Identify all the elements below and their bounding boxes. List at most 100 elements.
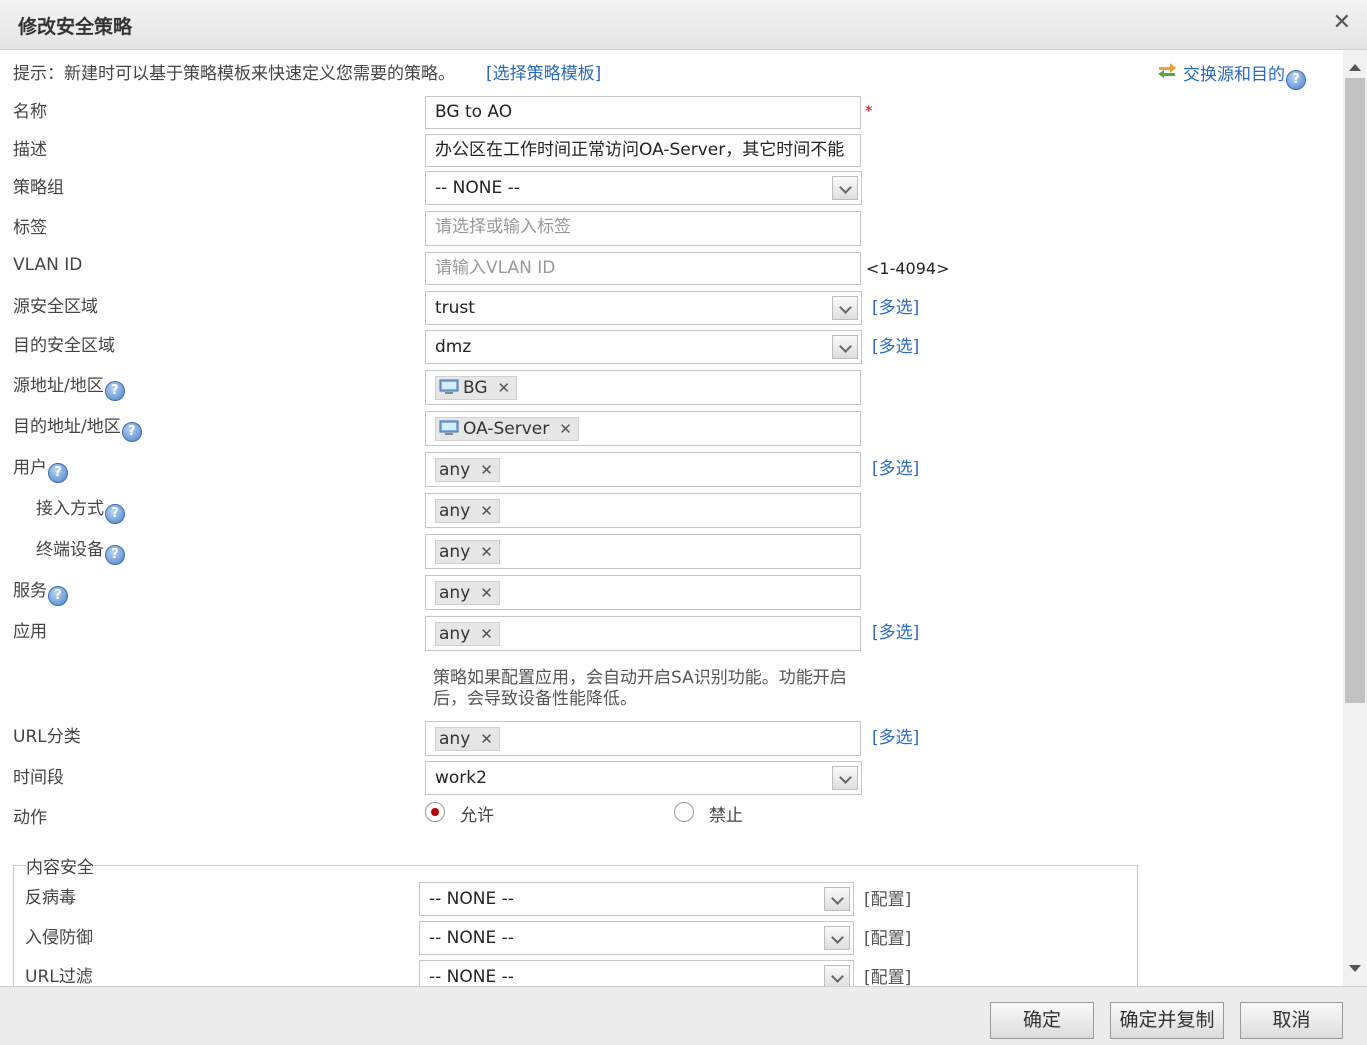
scroll-up-icon[interactable] [1349, 64, 1361, 71]
chevron-down-icon[interactable] [824, 965, 850, 986]
user-multiselect[interactable]: [多选] [872, 454, 919, 479]
description-label: 描述 [13, 140, 47, 160]
remove-icon[interactable]: ✕ [480, 500, 493, 522]
terminal-tag: any ✕ [435, 540, 500, 564]
antivirus-config-link[interactable]: [配置] [864, 885, 911, 910]
remove-icon[interactable]: ✕ [480, 459, 493, 481]
ips-value: -- NONE -- [429, 928, 514, 948]
vlan-range-hint: <1-4094> [866, 259, 950, 278]
src-zone-label: 源安全区域 [13, 297, 98, 317]
name-input[interactable]: BG to AO [425, 96, 861, 129]
swap-icon[interactable] [1157, 61, 1177, 84]
access-mode-tagbox[interactable]: any ✕ [425, 493, 861, 528]
remove-icon[interactable]: ✕ [559, 418, 572, 440]
close-icon[interactable]: ✕ [1333, 10, 1351, 35]
remove-icon[interactable]: ✕ [480, 582, 493, 604]
swap-link-label[interactable]: 交换源和目的 [1183, 65, 1285, 85]
remove-icon[interactable]: ✕ [480, 541, 493, 563]
chevron-down-icon[interactable] [832, 176, 858, 200]
ok-copy-button[interactable]: 确定并复制 [1110, 1002, 1224, 1039]
help-icon[interactable]: ? [104, 381, 125, 401]
src-addr-label: 源地址/地区? [13, 371, 125, 401]
tag-input[interactable]: 请选择或输入标签 [425, 211, 861, 246]
vertical-scrollbar[interactable] [1343, 50, 1367, 986]
scroll-thumb[interactable] [1345, 78, 1365, 703]
description-input[interactable]: 办公区在工作时间正常访问OA-Server，其它时间不能 [425, 134, 861, 167]
remove-icon[interactable]: ✕ [480, 623, 493, 645]
help-icon[interactable]: ? [105, 545, 125, 565]
application-label: 应用 [13, 622, 47, 642]
dst-zone-value: dmz [435, 337, 472, 357]
terminal-tagbox[interactable]: any ✕ [425, 534, 861, 569]
cancel-button[interactable]: 取消 [1240, 1002, 1343, 1039]
dialog-footer: 确定 确定并复制 取消 [0, 986, 1367, 1045]
help-icon[interactable]: ? [48, 463, 68, 483]
application-multiselect[interactable]: [多选] [872, 618, 919, 643]
name-label: 名称 [13, 102, 47, 122]
action-deny-radio[interactable] [674, 802, 694, 822]
url-category-value: any [439, 729, 471, 749]
dst-zone-multiselect[interactable]: [多选] [872, 332, 919, 357]
user-value: any [439, 460, 471, 480]
action-label: 动作 [13, 808, 47, 828]
help-icon[interactable]: ? [121, 422, 142, 442]
src-zone-value: trust [435, 298, 475, 318]
remove-icon[interactable]: ✕ [480, 728, 493, 750]
user-tag: any ✕ [435, 458, 500, 482]
dst-zone-select[interactable]: dmz [425, 330, 862, 364]
chevron-down-icon[interactable] [824, 926, 850, 950]
ips-config-link[interactable]: [配置] [864, 924, 911, 949]
url-filter-label: URL过滤 [25, 967, 93, 986]
terminal-label-text: 终端设备 [36, 540, 104, 560]
chevron-down-icon[interactable] [832, 335, 858, 359]
scroll-down-icon[interactable] [1349, 965, 1361, 972]
chevron-down-icon[interactable] [832, 296, 858, 320]
user-label: 用户? [13, 453, 68, 483]
application-tag: any ✕ [435, 622, 500, 646]
help-icon[interactable]: ? [1286, 70, 1306, 90]
url-filter-value: -- NONE -- [429, 967, 514, 986]
user-tagbox[interactable]: any ✕ [425, 452, 861, 487]
src-addr-tagbox[interactable]: BG ✕ [425, 370, 861, 405]
ips-label: 入侵防御 [25, 928, 93, 948]
url-filter-config-link[interactable]: [配置] [864, 963, 911, 986]
policy-group-select[interactable]: -- NONE -- [425, 171, 862, 205]
vlan-input[interactable]: 请输入VLAN ID [425, 252, 861, 285]
select-template-link[interactable]: [选择策略模板] [486, 59, 601, 84]
application-note-line2: 后，会导致设备性能降低。 [433, 689, 637, 709]
src-addr-value: BG [463, 378, 488, 398]
service-label-text: 服务 [13, 581, 47, 601]
action-allow-label[interactable]: 允许 [460, 801, 494, 826]
computer-icon [439, 379, 459, 394]
help-icon[interactable]: ? [48, 586, 68, 606]
url-category-tagbox[interactable]: any ✕ [425, 721, 861, 756]
service-tagbox[interactable]: any ✕ [425, 575, 861, 610]
action-deny-label[interactable]: 禁止 [709, 801, 743, 826]
url-filter-select[interactable]: -- NONE -- [419, 960, 854, 986]
ips-select[interactable]: -- NONE -- [419, 921, 854, 955]
dst-zone-label: 目的安全区域 [13, 336, 115, 356]
ok-button[interactable]: 确定 [990, 1002, 1094, 1039]
application-tagbox[interactable]: any ✕ [425, 616, 861, 651]
src-zone-select[interactable]: trust [425, 291, 862, 325]
chevron-down-icon[interactable] [832, 766, 858, 790]
swap-src-dst-link[interactable]: 交换源和目的? [1183, 60, 1306, 90]
service-label: 服务? [13, 576, 68, 606]
help-icon[interactable]: ? [105, 504, 125, 524]
user-label-text: 用户 [13, 458, 47, 478]
action-allow-radio[interactable] [425, 802, 445, 822]
antivirus-select[interactable]: -- NONE -- [419, 882, 854, 916]
time-range-select[interactable]: work2 [425, 761, 862, 795]
dst-addr-tagbox[interactable]: OA-Server ✕ [425, 411, 861, 446]
url-category-multiselect[interactable]: [多选] [872, 723, 919, 748]
access-mode-tag: any ✕ [435, 499, 500, 523]
tag-label: 标签 [13, 218, 47, 238]
remove-icon[interactable]: ✕ [498, 377, 511, 399]
access-mode-label-text: 接入方式 [36, 499, 104, 519]
computer-icon [439, 420, 459, 435]
dialog-titlebar: 修改安全策略 ✕ [0, 0, 1367, 50]
chevron-down-icon[interactable] [824, 887, 850, 911]
antivirus-value: -- NONE -- [429, 889, 514, 909]
src-zone-multiselect[interactable]: [多选] [872, 293, 919, 318]
antivirus-label: 反病毒 [25, 888, 76, 908]
